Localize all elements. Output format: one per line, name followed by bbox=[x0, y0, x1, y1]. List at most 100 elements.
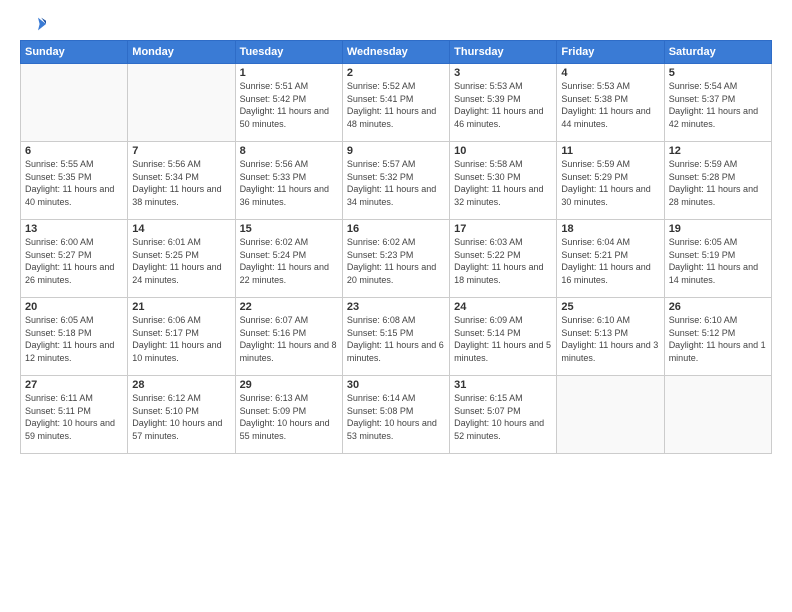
calendar-cell bbox=[21, 64, 128, 142]
calendar-cell: 6Sunrise: 5:55 AM Sunset: 5:35 PM Daylig… bbox=[21, 142, 128, 220]
day-number: 6 bbox=[25, 145, 123, 157]
day-info: Sunrise: 5:53 AM Sunset: 5:38 PM Dayligh… bbox=[561, 80, 659, 130]
day-info: Sunrise: 6:09 AM Sunset: 5:14 PM Dayligh… bbox=[454, 314, 552, 364]
day-info: Sunrise: 6:14 AM Sunset: 5:08 PM Dayligh… bbox=[347, 392, 445, 442]
day-number: 17 bbox=[454, 223, 552, 235]
calendar-cell: 5Sunrise: 5:54 AM Sunset: 5:37 PM Daylig… bbox=[664, 64, 771, 142]
day-number: 9 bbox=[347, 145, 445, 157]
day-number: 31 bbox=[454, 379, 552, 391]
day-info: Sunrise: 6:10 AM Sunset: 5:13 PM Dayligh… bbox=[561, 314, 659, 364]
day-info: Sunrise: 5:54 AM Sunset: 5:37 PM Dayligh… bbox=[669, 80, 767, 130]
header bbox=[20, 16, 772, 32]
calendar-week-row: 27Sunrise: 6:11 AM Sunset: 5:11 PM Dayli… bbox=[21, 376, 772, 454]
day-number: 5 bbox=[669, 67, 767, 79]
day-info: Sunrise: 6:07 AM Sunset: 5:16 PM Dayligh… bbox=[240, 314, 338, 364]
day-info: Sunrise: 5:53 AM Sunset: 5:39 PM Dayligh… bbox=[454, 80, 552, 130]
day-info: Sunrise: 5:59 AM Sunset: 5:28 PM Dayligh… bbox=[669, 158, 767, 208]
day-info: Sunrise: 6:01 AM Sunset: 5:25 PM Dayligh… bbox=[132, 236, 230, 286]
calendar-cell: 1Sunrise: 5:51 AM Sunset: 5:42 PM Daylig… bbox=[235, 64, 342, 142]
day-info: Sunrise: 6:02 AM Sunset: 5:23 PM Dayligh… bbox=[347, 236, 445, 286]
day-info: Sunrise: 6:00 AM Sunset: 5:27 PM Dayligh… bbox=[25, 236, 123, 286]
day-number: 20 bbox=[25, 301, 123, 313]
calendar-cell: 18Sunrise: 6:04 AM Sunset: 5:21 PM Dayli… bbox=[557, 220, 664, 298]
calendar-cell: 8Sunrise: 5:56 AM Sunset: 5:33 PM Daylig… bbox=[235, 142, 342, 220]
day-info: Sunrise: 5:52 AM Sunset: 5:41 PM Dayligh… bbox=[347, 80, 445, 130]
calendar-cell: 12Sunrise: 5:59 AM Sunset: 5:28 PM Dayli… bbox=[664, 142, 771, 220]
day-number: 16 bbox=[347, 223, 445, 235]
day-number: 4 bbox=[561, 67, 659, 79]
day-number: 13 bbox=[25, 223, 123, 235]
day-info: Sunrise: 6:10 AM Sunset: 5:12 PM Dayligh… bbox=[669, 314, 767, 364]
day-number: 23 bbox=[347, 301, 445, 313]
calendar-cell bbox=[128, 64, 235, 142]
day-number: 11 bbox=[561, 145, 659, 157]
calendar-cell: 7Sunrise: 5:56 AM Sunset: 5:34 PM Daylig… bbox=[128, 142, 235, 220]
calendar-cell: 24Sunrise: 6:09 AM Sunset: 5:14 PM Dayli… bbox=[450, 298, 557, 376]
day-info: Sunrise: 6:05 AM Sunset: 5:19 PM Dayligh… bbox=[669, 236, 767, 286]
day-number: 26 bbox=[669, 301, 767, 313]
day-number: 18 bbox=[561, 223, 659, 235]
day-number: 8 bbox=[240, 145, 338, 157]
calendar-cell: 16Sunrise: 6:02 AM Sunset: 5:23 PM Dayli… bbox=[342, 220, 449, 298]
calendar-cell: 31Sunrise: 6:15 AM Sunset: 5:07 PM Dayli… bbox=[450, 376, 557, 454]
day-info: Sunrise: 5:59 AM Sunset: 5:29 PM Dayligh… bbox=[561, 158, 659, 208]
weekday-header-row: SundayMondayTuesdayWednesdayThursdayFrid… bbox=[21, 41, 772, 64]
calendar-cell: 27Sunrise: 6:11 AM Sunset: 5:11 PM Dayli… bbox=[21, 376, 128, 454]
calendar-cell bbox=[557, 376, 664, 454]
day-number: 10 bbox=[454, 145, 552, 157]
day-number: 7 bbox=[132, 145, 230, 157]
calendar-week-row: 20Sunrise: 6:05 AM Sunset: 5:18 PM Dayli… bbox=[21, 298, 772, 376]
calendar-cell: 9Sunrise: 5:57 AM Sunset: 5:32 PM Daylig… bbox=[342, 142, 449, 220]
weekday-header: Friday bbox=[557, 41, 664, 64]
calendar-cell: 29Sunrise: 6:13 AM Sunset: 5:09 PM Dayli… bbox=[235, 376, 342, 454]
day-number: 19 bbox=[669, 223, 767, 235]
weekday-header: Sunday bbox=[21, 41, 128, 64]
calendar-cell: 17Sunrise: 6:03 AM Sunset: 5:22 PM Dayli… bbox=[450, 220, 557, 298]
day-number: 27 bbox=[25, 379, 123, 391]
day-info: Sunrise: 5:56 AM Sunset: 5:34 PM Dayligh… bbox=[132, 158, 230, 208]
day-info: Sunrise: 5:57 AM Sunset: 5:32 PM Dayligh… bbox=[347, 158, 445, 208]
day-number: 2 bbox=[347, 67, 445, 79]
day-info: Sunrise: 6:05 AM Sunset: 5:18 PM Dayligh… bbox=[25, 314, 123, 364]
calendar-cell: 23Sunrise: 6:08 AM Sunset: 5:15 PM Dayli… bbox=[342, 298, 449, 376]
calendar-cell: 4Sunrise: 5:53 AM Sunset: 5:38 PM Daylig… bbox=[557, 64, 664, 142]
day-number: 29 bbox=[240, 379, 338, 391]
day-number: 22 bbox=[240, 301, 338, 313]
day-number: 30 bbox=[347, 379, 445, 391]
day-info: Sunrise: 6:12 AM Sunset: 5:10 PM Dayligh… bbox=[132, 392, 230, 442]
day-number: 3 bbox=[454, 67, 552, 79]
weekday-header: Wednesday bbox=[342, 41, 449, 64]
calendar-cell: 19Sunrise: 6:05 AM Sunset: 5:19 PM Dayli… bbox=[664, 220, 771, 298]
day-info: Sunrise: 6:08 AM Sunset: 5:15 PM Dayligh… bbox=[347, 314, 445, 364]
day-info: Sunrise: 6:02 AM Sunset: 5:24 PM Dayligh… bbox=[240, 236, 338, 286]
day-number: 14 bbox=[132, 223, 230, 235]
weekday-header: Monday bbox=[128, 41, 235, 64]
day-number: 21 bbox=[132, 301, 230, 313]
calendar-cell: 10Sunrise: 5:58 AM Sunset: 5:30 PM Dayli… bbox=[450, 142, 557, 220]
calendar-cell: 11Sunrise: 5:59 AM Sunset: 5:29 PM Dayli… bbox=[557, 142, 664, 220]
day-number: 15 bbox=[240, 223, 338, 235]
calendar-week-row: 13Sunrise: 6:00 AM Sunset: 5:27 PM Dayli… bbox=[21, 220, 772, 298]
calendar-cell: 3Sunrise: 5:53 AM Sunset: 5:39 PM Daylig… bbox=[450, 64, 557, 142]
calendar-cell: 25Sunrise: 6:10 AM Sunset: 5:13 PM Dayli… bbox=[557, 298, 664, 376]
calendar-cell: 22Sunrise: 6:07 AM Sunset: 5:16 PM Dayli… bbox=[235, 298, 342, 376]
calendar-cell: 14Sunrise: 6:01 AM Sunset: 5:25 PM Dayli… bbox=[128, 220, 235, 298]
page: SundayMondayTuesdayWednesdayThursdayFrid… bbox=[0, 0, 792, 612]
day-number: 25 bbox=[561, 301, 659, 313]
logo-icon bbox=[22, 16, 46, 32]
day-info: Sunrise: 6:04 AM Sunset: 5:21 PM Dayligh… bbox=[561, 236, 659, 286]
calendar-cell: 30Sunrise: 6:14 AM Sunset: 5:08 PM Dayli… bbox=[342, 376, 449, 454]
day-info: Sunrise: 6:13 AM Sunset: 5:09 PM Dayligh… bbox=[240, 392, 338, 442]
day-info: Sunrise: 5:56 AM Sunset: 5:33 PM Dayligh… bbox=[240, 158, 338, 208]
day-number: 28 bbox=[132, 379, 230, 391]
day-info: Sunrise: 6:15 AM Sunset: 5:07 PM Dayligh… bbox=[454, 392, 552, 442]
logo bbox=[20, 16, 46, 32]
weekday-header: Tuesday bbox=[235, 41, 342, 64]
weekday-header: Thursday bbox=[450, 41, 557, 64]
calendar-cell: 21Sunrise: 6:06 AM Sunset: 5:17 PM Dayli… bbox=[128, 298, 235, 376]
calendar-week-row: 1Sunrise: 5:51 AM Sunset: 5:42 PM Daylig… bbox=[21, 64, 772, 142]
calendar-cell: 26Sunrise: 6:10 AM Sunset: 5:12 PM Dayli… bbox=[664, 298, 771, 376]
day-info: Sunrise: 6:11 AM Sunset: 5:11 PM Dayligh… bbox=[25, 392, 123, 442]
weekday-header: Saturday bbox=[664, 41, 771, 64]
calendar-cell: 13Sunrise: 6:00 AM Sunset: 5:27 PM Dayli… bbox=[21, 220, 128, 298]
